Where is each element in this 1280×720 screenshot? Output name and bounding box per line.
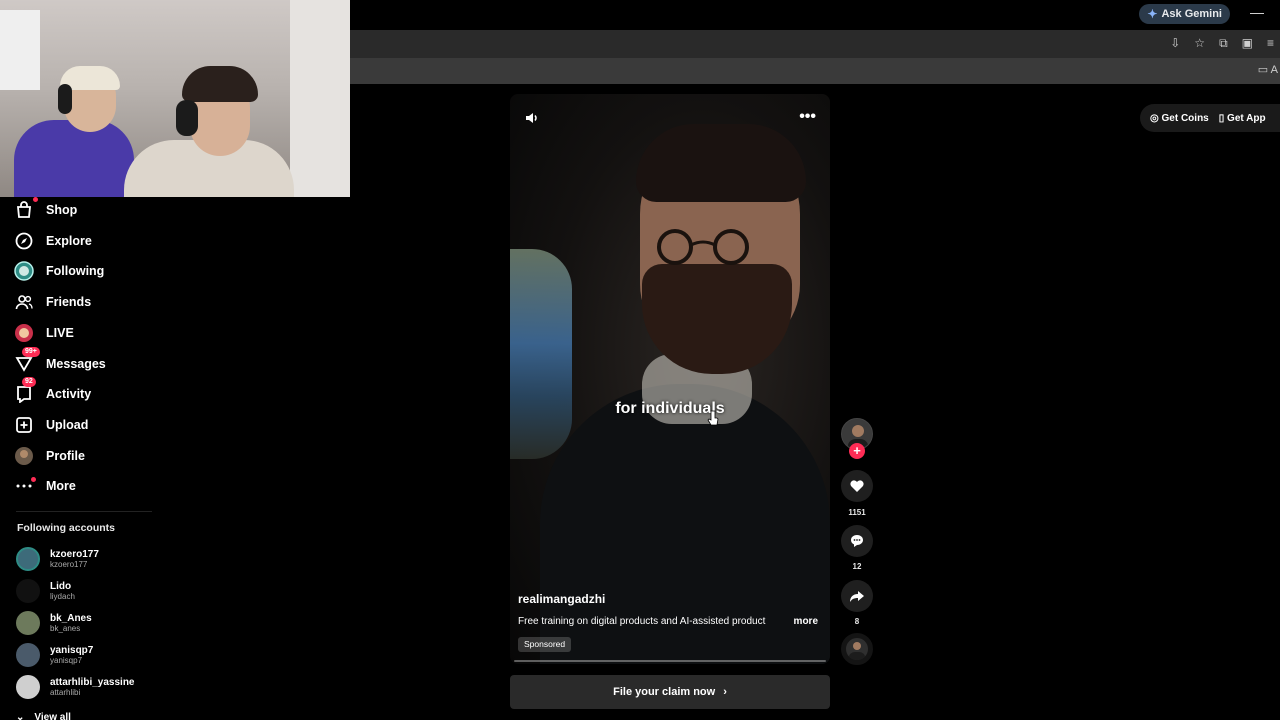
sidebar-item-more[interactable]: More xyxy=(14,474,76,498)
messages-icon: 99+ xyxy=(14,347,40,374)
share-arrow-icon xyxy=(850,591,864,602)
upload-icon xyxy=(14,415,34,435)
gemini-sparkle-icon: ✦ xyxy=(1147,7,1158,21)
sidebar-item-activity[interactable]: 92 Activity xyxy=(14,377,91,406)
messages-badge: 99+ xyxy=(22,347,40,357)
get-app-button[interactable]: ▯ Get App xyxy=(1219,113,1266,124)
sidebar-item-messages[interactable]: 99+ Messages xyxy=(14,347,106,376)
shop-bag-icon xyxy=(14,197,38,220)
like-count: 1151 xyxy=(848,508,866,517)
top-actions: ◎ Get Coins ▯ Get App xyxy=(1140,104,1280,132)
comment-button[interactable] xyxy=(841,525,873,557)
description-more-button[interactable]: more xyxy=(794,616,818,627)
glasses-shape xyxy=(657,229,749,265)
sidebar-item-upload[interactable]: Upload xyxy=(14,413,88,437)
reading-list-icon[interactable]: ≡ xyxy=(1267,36,1274,51)
follow-button[interactable]: + xyxy=(849,443,865,459)
avatar xyxy=(16,547,40,571)
view-all-link[interactable]: ⌄ View all xyxy=(16,712,71,720)
video-progress-bar[interactable] xyxy=(514,660,826,662)
compass-icon xyxy=(14,231,34,251)
following-account[interactable]: Lido liydach xyxy=(16,579,75,603)
phone-icon: ▯ xyxy=(1218,112,1225,124)
browser-address-bar: ⇩ ☆ ⧉ ▣ ≡ xyxy=(350,30,1280,58)
share-count: 8 xyxy=(854,617,860,626)
volume-icon[interactable] xyxy=(524,110,540,126)
video-player[interactable]: ••• for individuals realimangadzhi Free … xyxy=(510,94,830,664)
folder-icon: ▭ xyxy=(1257,64,1269,76)
following-account[interactable]: attarhlibi_yassine attarhlibi xyxy=(16,675,134,699)
sidebar-item-following[interactable]: Following xyxy=(14,259,104,283)
sidebar: Shop Explore Following Friends LIVE 99+ … xyxy=(0,197,350,720)
sidebar-item-friends[interactable]: Friends xyxy=(14,290,91,314)
mouse-cursor-icon xyxy=(707,410,719,426)
like-button[interactable] xyxy=(841,470,873,502)
coin-icon: ◎ xyxy=(1150,112,1159,124)
sidebar-divider xyxy=(16,511,152,512)
more-options-icon[interactable]: ••• xyxy=(799,108,816,126)
comment-count: 12 xyxy=(852,562,862,571)
following-account[interactable]: yanisqp7 yanisqp7 xyxy=(16,643,93,667)
avatar xyxy=(16,675,40,699)
music-disc[interactable] xyxy=(841,633,873,665)
activity-badge: 92 xyxy=(22,377,36,387)
live-icon xyxy=(14,323,34,343)
friends-icon xyxy=(14,292,34,312)
get-coins-button[interactable]: ◎ Get Coins xyxy=(1150,113,1209,124)
video-caption: for individuals xyxy=(615,400,725,417)
chevron-right-icon: › xyxy=(723,686,727,698)
ask-gemini-label: Ask Gemini xyxy=(1161,8,1222,20)
install-app-icon[interactable]: ⇩ xyxy=(1170,36,1180,51)
avatar xyxy=(16,643,40,667)
sidebar-item-profile[interactable]: Profile xyxy=(14,444,85,468)
video-author[interactable]: realimangadzhi xyxy=(518,592,605,606)
sponsored-badge: Sponsored xyxy=(518,637,572,652)
chevron-down-icon: ⌄ xyxy=(16,712,25,720)
sidebar-item-shop[interactable]: Shop xyxy=(14,197,77,222)
sidebar-item-explore[interactable]: Explore xyxy=(14,229,92,253)
sidebar-item-live[interactable]: LIVE xyxy=(14,321,74,345)
file-claim-button[interactable]: File your claim now › xyxy=(510,675,830,709)
following-accounts-title: Following accounts xyxy=(17,522,116,534)
bookmark-folder[interactable]: ▭ A xyxy=(1258,63,1278,76)
following-account[interactable]: bk_Anes bk_anes xyxy=(16,611,92,635)
browser-title-bar: ✦ Ask Gemini — xyxy=(350,0,1280,28)
webcam-overlay xyxy=(0,0,350,197)
extensions-icon[interactable]: ⧉ xyxy=(1219,36,1228,51)
activity-icon: 92 xyxy=(14,377,36,404)
bookmarks-bar: ▭ A xyxy=(350,58,1280,84)
more-dots-icon xyxy=(14,476,36,496)
window-minimize-button[interactable]: — xyxy=(1250,4,1264,22)
ask-gemini-button[interactable]: ✦ Ask Gemini xyxy=(1139,4,1230,24)
share-button[interactable] xyxy=(841,580,873,612)
avatar xyxy=(16,611,40,635)
video-description: Free training on digital products and AI… xyxy=(518,616,766,627)
following-avatar-icon xyxy=(14,261,34,281)
profile-avatar-icon xyxy=(14,446,34,466)
following-account[interactable]: kzoero177 kzoero177 xyxy=(16,547,99,571)
tab-search-icon[interactable]: ▣ xyxy=(1242,36,1253,51)
avatar xyxy=(16,579,40,603)
heart-icon xyxy=(850,480,864,492)
comment-icon xyxy=(851,535,863,547)
bookmark-star-icon[interactable]: ☆ xyxy=(1194,36,1205,51)
